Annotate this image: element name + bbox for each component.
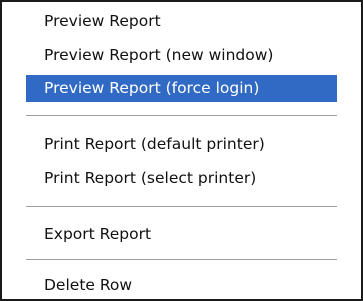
- menu-item-preview-report-force-login[interactable]: Preview Report (force login): [26, 75, 337, 102]
- menu-item-preview-report-new-window[interactable]: Preview Report (new window): [26, 42, 337, 69]
- context-menu: Preview Report Preview Report (new windo…: [0, 0, 363, 301]
- menu-item-print-report-select-printer[interactable]: Print Report (select printer): [26, 165, 337, 192]
- menu-separator: [26, 115, 337, 117]
- menu-separator: [26, 259, 337, 261]
- menu-item-export-report[interactable]: Export Report: [26, 221, 337, 248]
- menu-item-preview-report[interactable]: Preview Report: [26, 8, 337, 35]
- menu-item-print-report-default-printer[interactable]: Print Report (default printer): [26, 131, 337, 158]
- menu-item-delete-row[interactable]: Delete Row: [26, 272, 337, 299]
- menu-separator: [26, 206, 337, 208]
